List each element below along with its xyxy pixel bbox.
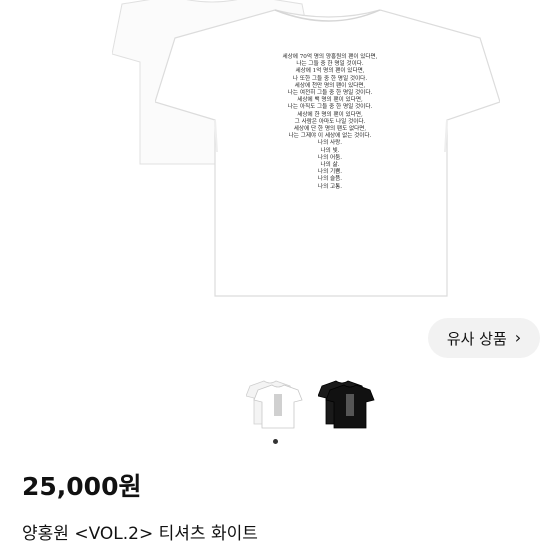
shirt-print-text: 세상에 70억 명의 양홍원의 팬이 있다면, 나는 그들 중 한 명일 것이다… [230,54,430,191]
poem-line: 세상에 한 명의 팬이 있다면, [297,111,363,118]
poem-line: 나의 빛. [320,147,340,154]
similar-products-button[interactable]: 유사 상품 › [428,318,540,358]
poem-line: 세상에 1억 명의 팬이 있다면, [295,68,365,75]
poem-line: 그 사람은 아마도 나일 것이다. [294,118,366,125]
thumbnail-white-variant[interactable] [245,378,304,430]
product-title: 양홍원 <VOL.2> 티셔츠 화이트 [22,524,258,544]
thumbnail-black-variant[interactable] [317,378,376,430]
poem-line: 나의 사랑. [317,140,343,147]
chevron-right-icon: › [514,328,522,347]
poem-line: 나의 고통. [317,183,343,190]
carousel-indicator-dot [273,439,278,444]
similar-products-label: 유사 상품 [446,329,507,348]
variant-thumbnails [245,378,376,430]
poem-line: 나의 어둠. [317,154,343,161]
poem-line: 나의 슬픔. [317,176,343,183]
poem-line: 나는 아직도 그들 중 한 명일 것이다. [287,104,373,111]
product-image[interactable]: 세상에 70억 명의 양홍원의 팬이 있다면, 나는 그들 중 한 명일 것이다… [0,0,552,300]
poem-line: 나 또한 그들 중 한 명일 것이다. [292,75,368,82]
poem-line: 세상에 천만 명의 팬이 있다면, [294,82,366,89]
product-price: 25,000원 [22,472,142,501]
